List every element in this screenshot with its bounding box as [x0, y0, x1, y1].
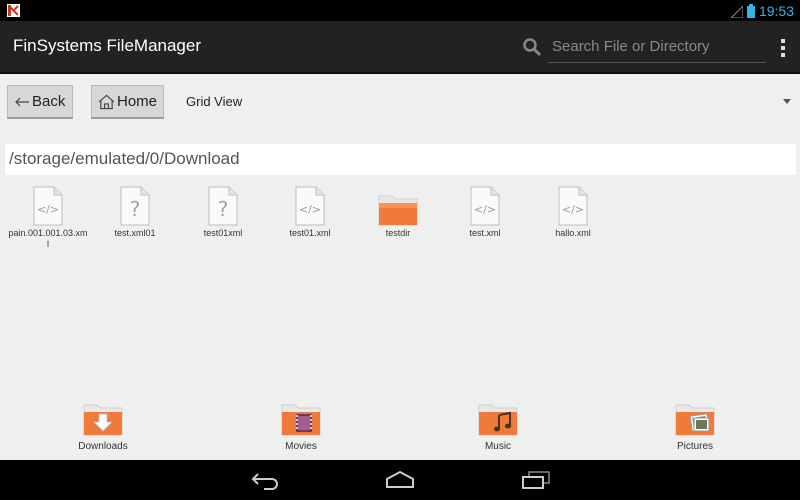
music-folder-icon: [478, 404, 518, 436]
search-icon: [523, 38, 542, 57]
xml-file-icon: </>: [558, 186, 588, 226]
pictures-folder-icon: [675, 404, 715, 436]
file-item[interactable]: ? test01xml: [179, 184, 267, 239]
back-arrow-icon: [15, 97, 29, 106]
toolbar: Back Home Grid View: [0, 76, 800, 126]
shortcut-label: Pictures: [676, 441, 714, 452]
svg-text:?: ?: [218, 197, 229, 221]
svg-text:</>: </>: [474, 203, 496, 216]
dropdown-arrow-icon[interactable]: [783, 99, 791, 104]
home-icon: [98, 94, 115, 109]
downloads-folder-icon: [83, 404, 123, 436]
xml-file-icon: </>: [33, 186, 63, 226]
overflow-menu-icon[interactable]: [777, 39, 789, 59]
home-button-label: Home: [116, 93, 157, 110]
search-underline: [548, 62, 766, 63]
current-path: /storage/emulated/0/Download: [5, 144, 796, 175]
file-name: pain.001.001.03.xml: [8, 228, 88, 249]
shortcut-pictures[interactable]: Pictures: [645, 402, 745, 452]
file-item[interactable]: </> pain.001.001.03.xml: [4, 184, 92, 250]
search-field[interactable]: Search File or Directory: [520, 33, 766, 63]
file-item[interactable]: </> test01.xml: [266, 184, 354, 239]
file-name: test.xml01: [114, 228, 156, 238]
svg-text:</>: </>: [37, 203, 59, 216]
folder-icon: [378, 195, 418, 226]
svg-text:</>: </>: [562, 203, 584, 216]
file-item[interactable]: ? test.xml01: [91, 184, 179, 239]
system-nav-bar: [0, 460, 800, 500]
shortcut-label: Downloads: [78, 441, 128, 452]
back-button[interactable]: Back: [7, 85, 73, 119]
unknown-file-icon: ?: [208, 186, 238, 226]
file-name: test01.xml: [289, 228, 331, 238]
home-button[interactable]: Home: [91, 85, 164, 119]
unknown-file-icon: ?: [120, 186, 150, 226]
shortcut-label: Music: [484, 441, 512, 452]
app-notification-icon: [7, 4, 20, 17]
file-name: hallo.xml: [555, 228, 591, 238]
file-name: test.xml: [469, 228, 501, 238]
movies-folder-icon: [281, 404, 321, 436]
action-bar: FinSystems FileManager Search File or Di…: [0, 21, 800, 74]
file-grid: </> pain.001.001.03.xml ? test.xml01 ? t…: [0, 184, 800, 264]
shortcut-label: Movies: [285, 441, 317, 452]
search-input[interactable]: Search File or Directory: [552, 38, 710, 55]
nav-back-icon[interactable]: [250, 470, 280, 490]
app-title: FinSystems FileManager: [13, 36, 202, 55]
shortcut-music[interactable]: Music: [448, 402, 548, 452]
shortcut-bar: Downloads Movies Music Pictures: [0, 402, 800, 458]
shortcut-movies[interactable]: Movies: [251, 402, 351, 452]
status-bar: 19:53: [0, 0, 800, 21]
file-item[interactable]: </> hallo.xml: [529, 184, 617, 239]
nav-home-icon[interactable]: [384, 470, 416, 490]
file-name: test01xml: [203, 228, 243, 238]
file-name: testdir: [385, 228, 411, 238]
xml-file-icon: </>: [470, 186, 500, 226]
file-item[interactable]: testdir: [354, 184, 442, 239]
back-button-label: Back: [32, 93, 66, 110]
view-mode-select[interactable]: Grid View: [186, 94, 242, 109]
svg-text:</>: </>: [299, 203, 321, 216]
svg-text:?: ?: [130, 197, 141, 221]
nav-recent-apps-icon[interactable]: [520, 470, 552, 490]
signal-icon: [730, 5, 743, 18]
file-item[interactable]: </> test.xml: [441, 184, 529, 239]
xml-file-icon: </>: [295, 186, 325, 226]
shortcut-downloads[interactable]: Downloads: [53, 402, 153, 452]
clock: 19:53: [758, 3, 794, 19]
battery-icon: [746, 4, 755, 18]
